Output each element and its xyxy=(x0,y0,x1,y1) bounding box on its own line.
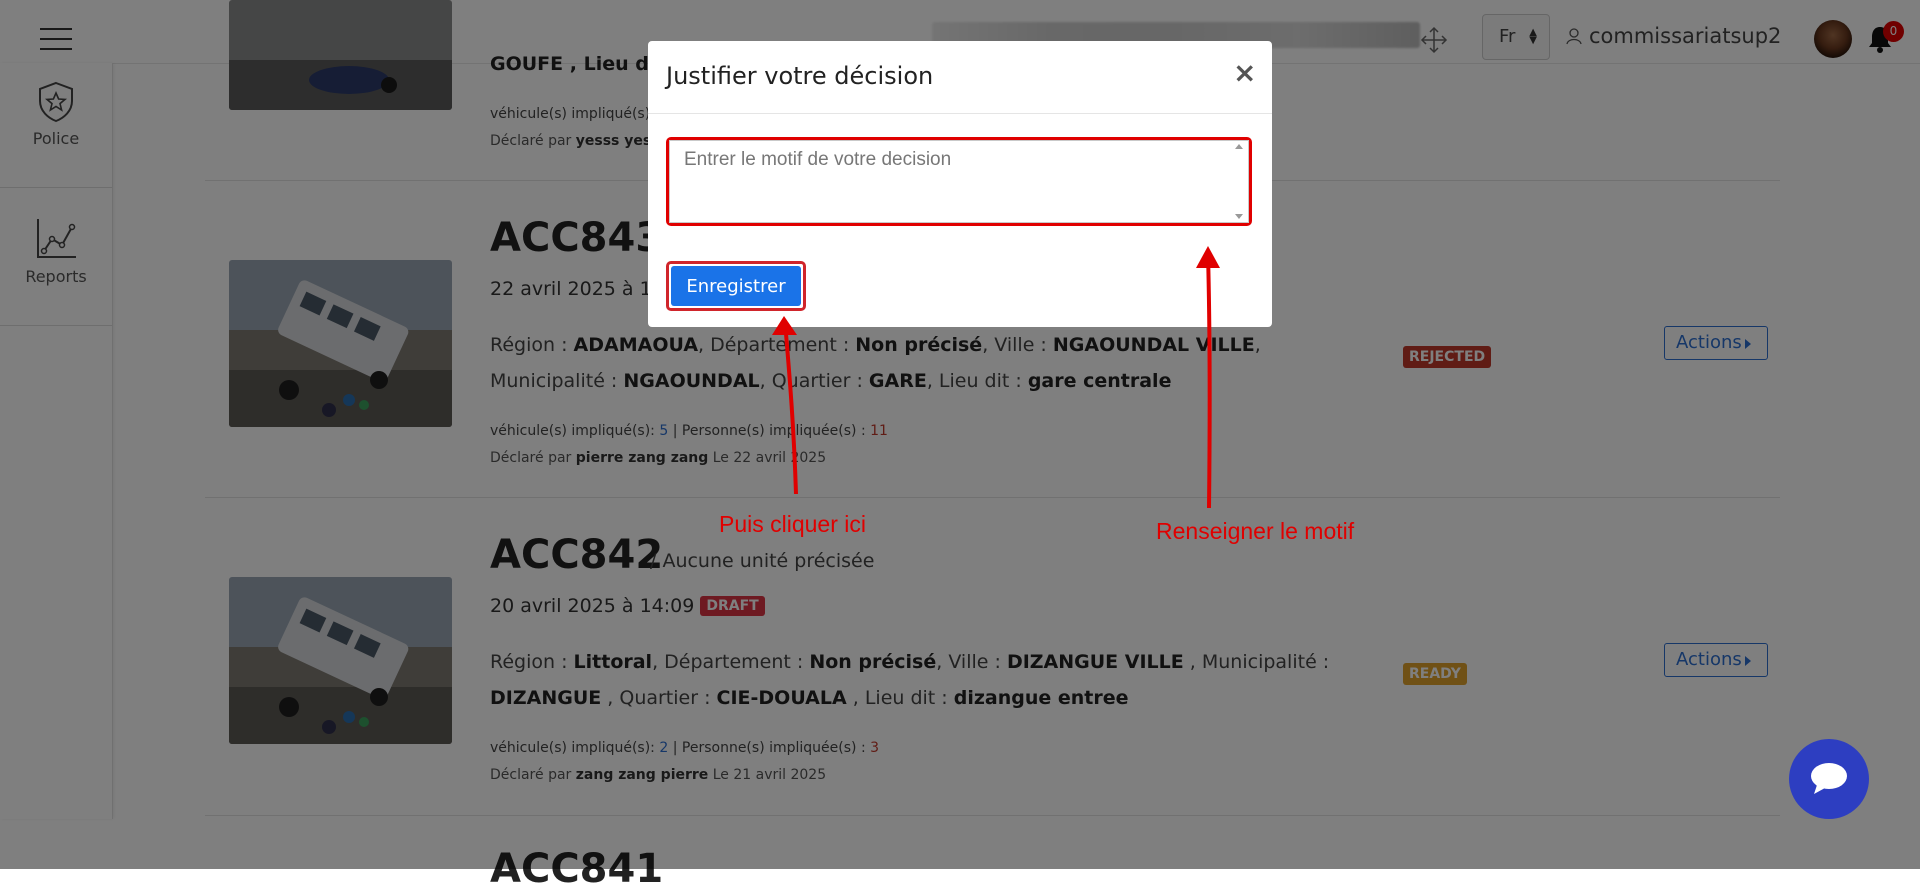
reason-textarea[interactable] xyxy=(669,140,1249,223)
modal-header-divider xyxy=(648,113,1272,114)
chat-bubble-icon xyxy=(1811,763,1847,794)
save-highlight: Enregistrer xyxy=(666,261,806,311)
annotation-click-hint: Puis cliquer ici xyxy=(719,511,866,537)
save-button[interactable]: Enregistrer xyxy=(671,266,801,306)
scroll-down-icon[interactable] xyxy=(1235,214,1243,219)
chat-button[interactable] xyxy=(1789,739,1869,819)
scroll-up-icon[interactable] xyxy=(1235,144,1243,149)
annotation-fill-hint: Renseigner le motif xyxy=(1156,518,1355,544)
justify-decision-modal: Justifier votre décision × Enregistrer xyxy=(648,41,1272,327)
reason-highlight xyxy=(666,137,1252,226)
close-icon[interactable]: × xyxy=(1233,59,1256,87)
modal-title: Justifier votre décision xyxy=(666,62,934,90)
